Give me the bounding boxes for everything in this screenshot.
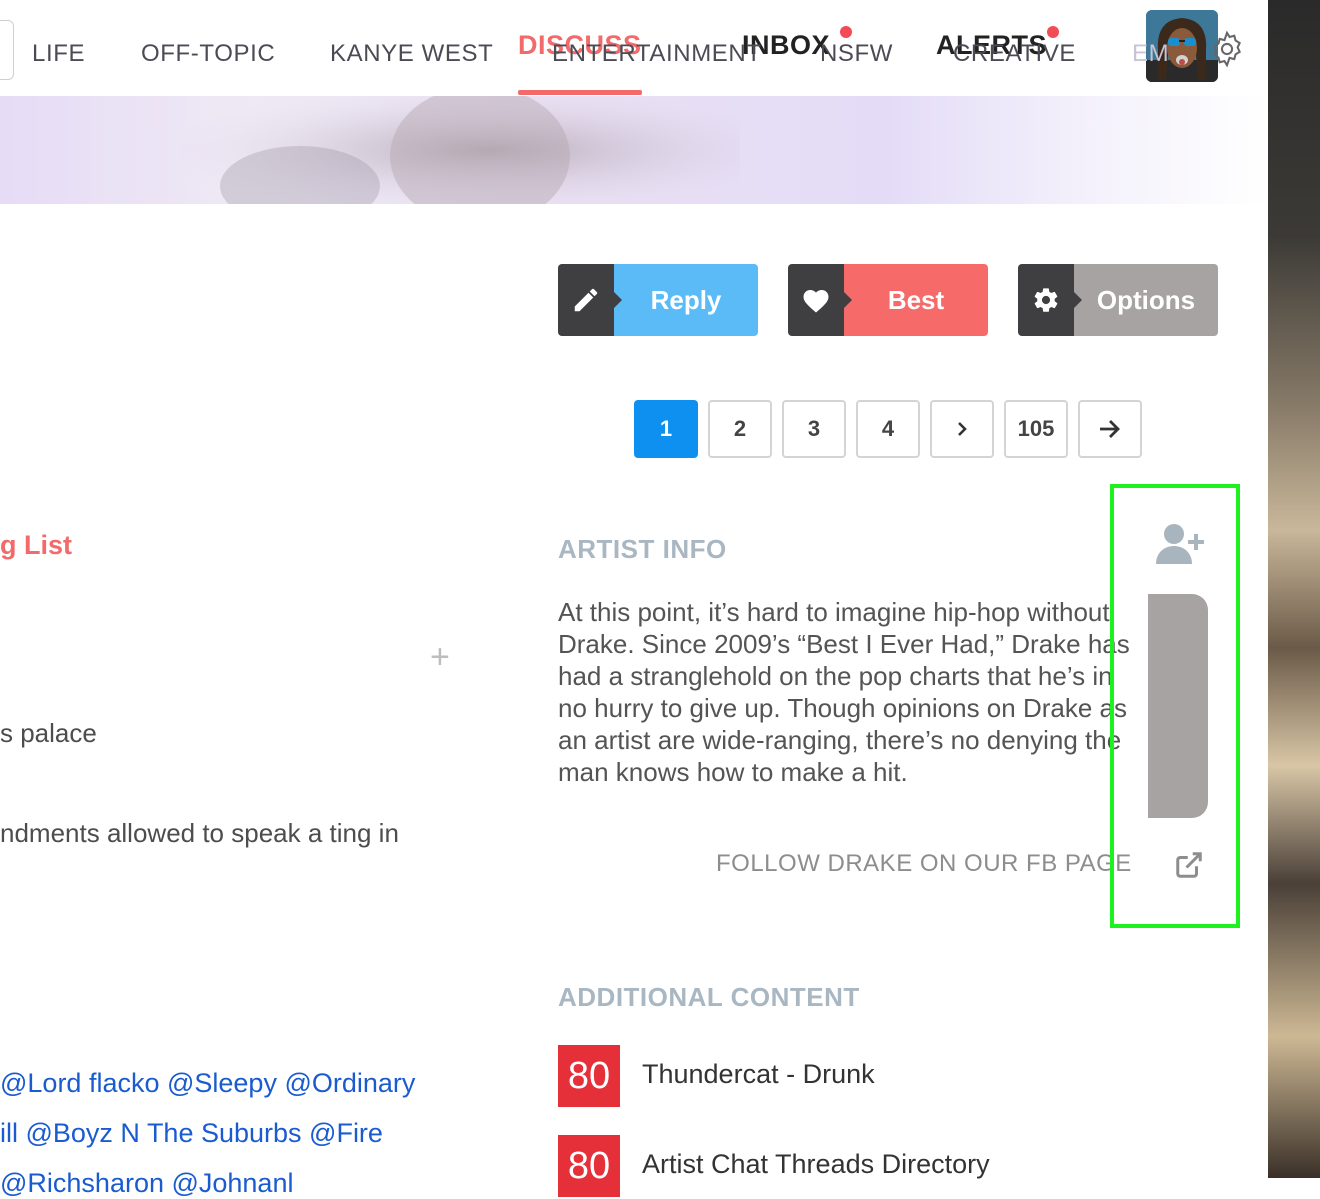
artist-info-heading: ARTIST INFO bbox=[558, 534, 727, 564]
options-button[interactable]: Options bbox=[1018, 264, 1218, 336]
user-mentions[interactable]: ill @Boyz N The Suburbs @Fire bbox=[0, 1118, 383, 1149]
options-label: Options bbox=[1074, 264, 1218, 336]
post-text-line: ndments allowed to speak a ting in bbox=[0, 818, 399, 848]
last-page-button[interactable]: 105 bbox=[1004, 400, 1068, 458]
additional-content-heading: ADDITIONAL CONTENT bbox=[558, 982, 860, 1012]
page-1-button[interactable]: 1 bbox=[634, 400, 698, 458]
category-settings-gear-icon[interactable] bbox=[1208, 30, 1246, 68]
page-4-button[interactable]: 4 bbox=[856, 400, 920, 458]
arrow-right-icon bbox=[1100, 420, 1120, 438]
user-mentions[interactable]: @Lord flacko @Sleepy @Ordinary bbox=[0, 1068, 415, 1099]
category-em[interactable]: EM bbox=[1132, 40, 1176, 68]
highlight-box bbox=[1110, 484, 1240, 928]
search-input[interactable] bbox=[0, 20, 14, 80]
category-life[interactable]: LIFE bbox=[32, 40, 85, 68]
follow-fb-link[interactable]: FOLLOW DRAKE ON OUR FB PAGE bbox=[716, 850, 1132, 878]
plus-icon[interactable]: + bbox=[430, 638, 450, 677]
category-nav-bar bbox=[0, 96, 1268, 204]
page-3-button[interactable]: 3 bbox=[782, 400, 846, 458]
list-link[interactable]: g List bbox=[0, 530, 72, 561]
background-image-strip bbox=[1268, 0, 1320, 1178]
score-badge: 80 bbox=[558, 1135, 620, 1197]
content-title[interactable]: Thundercat - Drunk bbox=[642, 1059, 875, 1090]
best-button[interactable]: Best bbox=[788, 264, 988, 336]
active-tab-indicator bbox=[518, 90, 642, 95]
pencil-icon bbox=[558, 264, 622, 336]
score-badge: 80 bbox=[558, 1045, 620, 1107]
list-item[interactable]: 80 Thundercat - Drunk bbox=[558, 1045, 875, 1107]
jump-to-end-button[interactable] bbox=[1078, 400, 1142, 458]
inbox-notification-dot bbox=[840, 26, 852, 38]
category-nsfw[interactable]: NSFW bbox=[820, 40, 893, 68]
user-mentions[interactable]: @Richsharon @Johnanl bbox=[0, 1168, 293, 1199]
best-label: Best bbox=[844, 264, 988, 336]
chevron-right-icon bbox=[958, 422, 967, 436]
category-entertainment[interactable]: ENTERTAINMENT bbox=[552, 40, 762, 68]
content-title[interactable]: Artist Chat Threads Directory bbox=[642, 1149, 990, 1180]
page-2-button[interactable]: 2 bbox=[708, 400, 772, 458]
reply-button[interactable]: Reply bbox=[558, 264, 758, 336]
post-text-line: s palace bbox=[0, 718, 97, 748]
reply-label: Reply bbox=[614, 264, 758, 336]
heart-icon bbox=[788, 264, 852, 336]
alerts-notification-dot bbox=[1047, 26, 1059, 38]
category-creative[interactable]: CREATIVE bbox=[953, 40, 1076, 68]
next-page-button[interactable] bbox=[930, 400, 994, 458]
category-kanye-west[interactable]: KANYE WEST bbox=[330, 40, 493, 68]
banner-artwork bbox=[180, 96, 740, 204]
gear-icon bbox=[1018, 264, 1082, 336]
category-off-topic[interactable]: OFF-TOPIC bbox=[141, 40, 275, 68]
list-item[interactable]: 80 Artist Chat Threads Directory bbox=[558, 1135, 990, 1197]
artist-info-text: At this point, it’s hard to imagine hip-… bbox=[558, 597, 1130, 787]
